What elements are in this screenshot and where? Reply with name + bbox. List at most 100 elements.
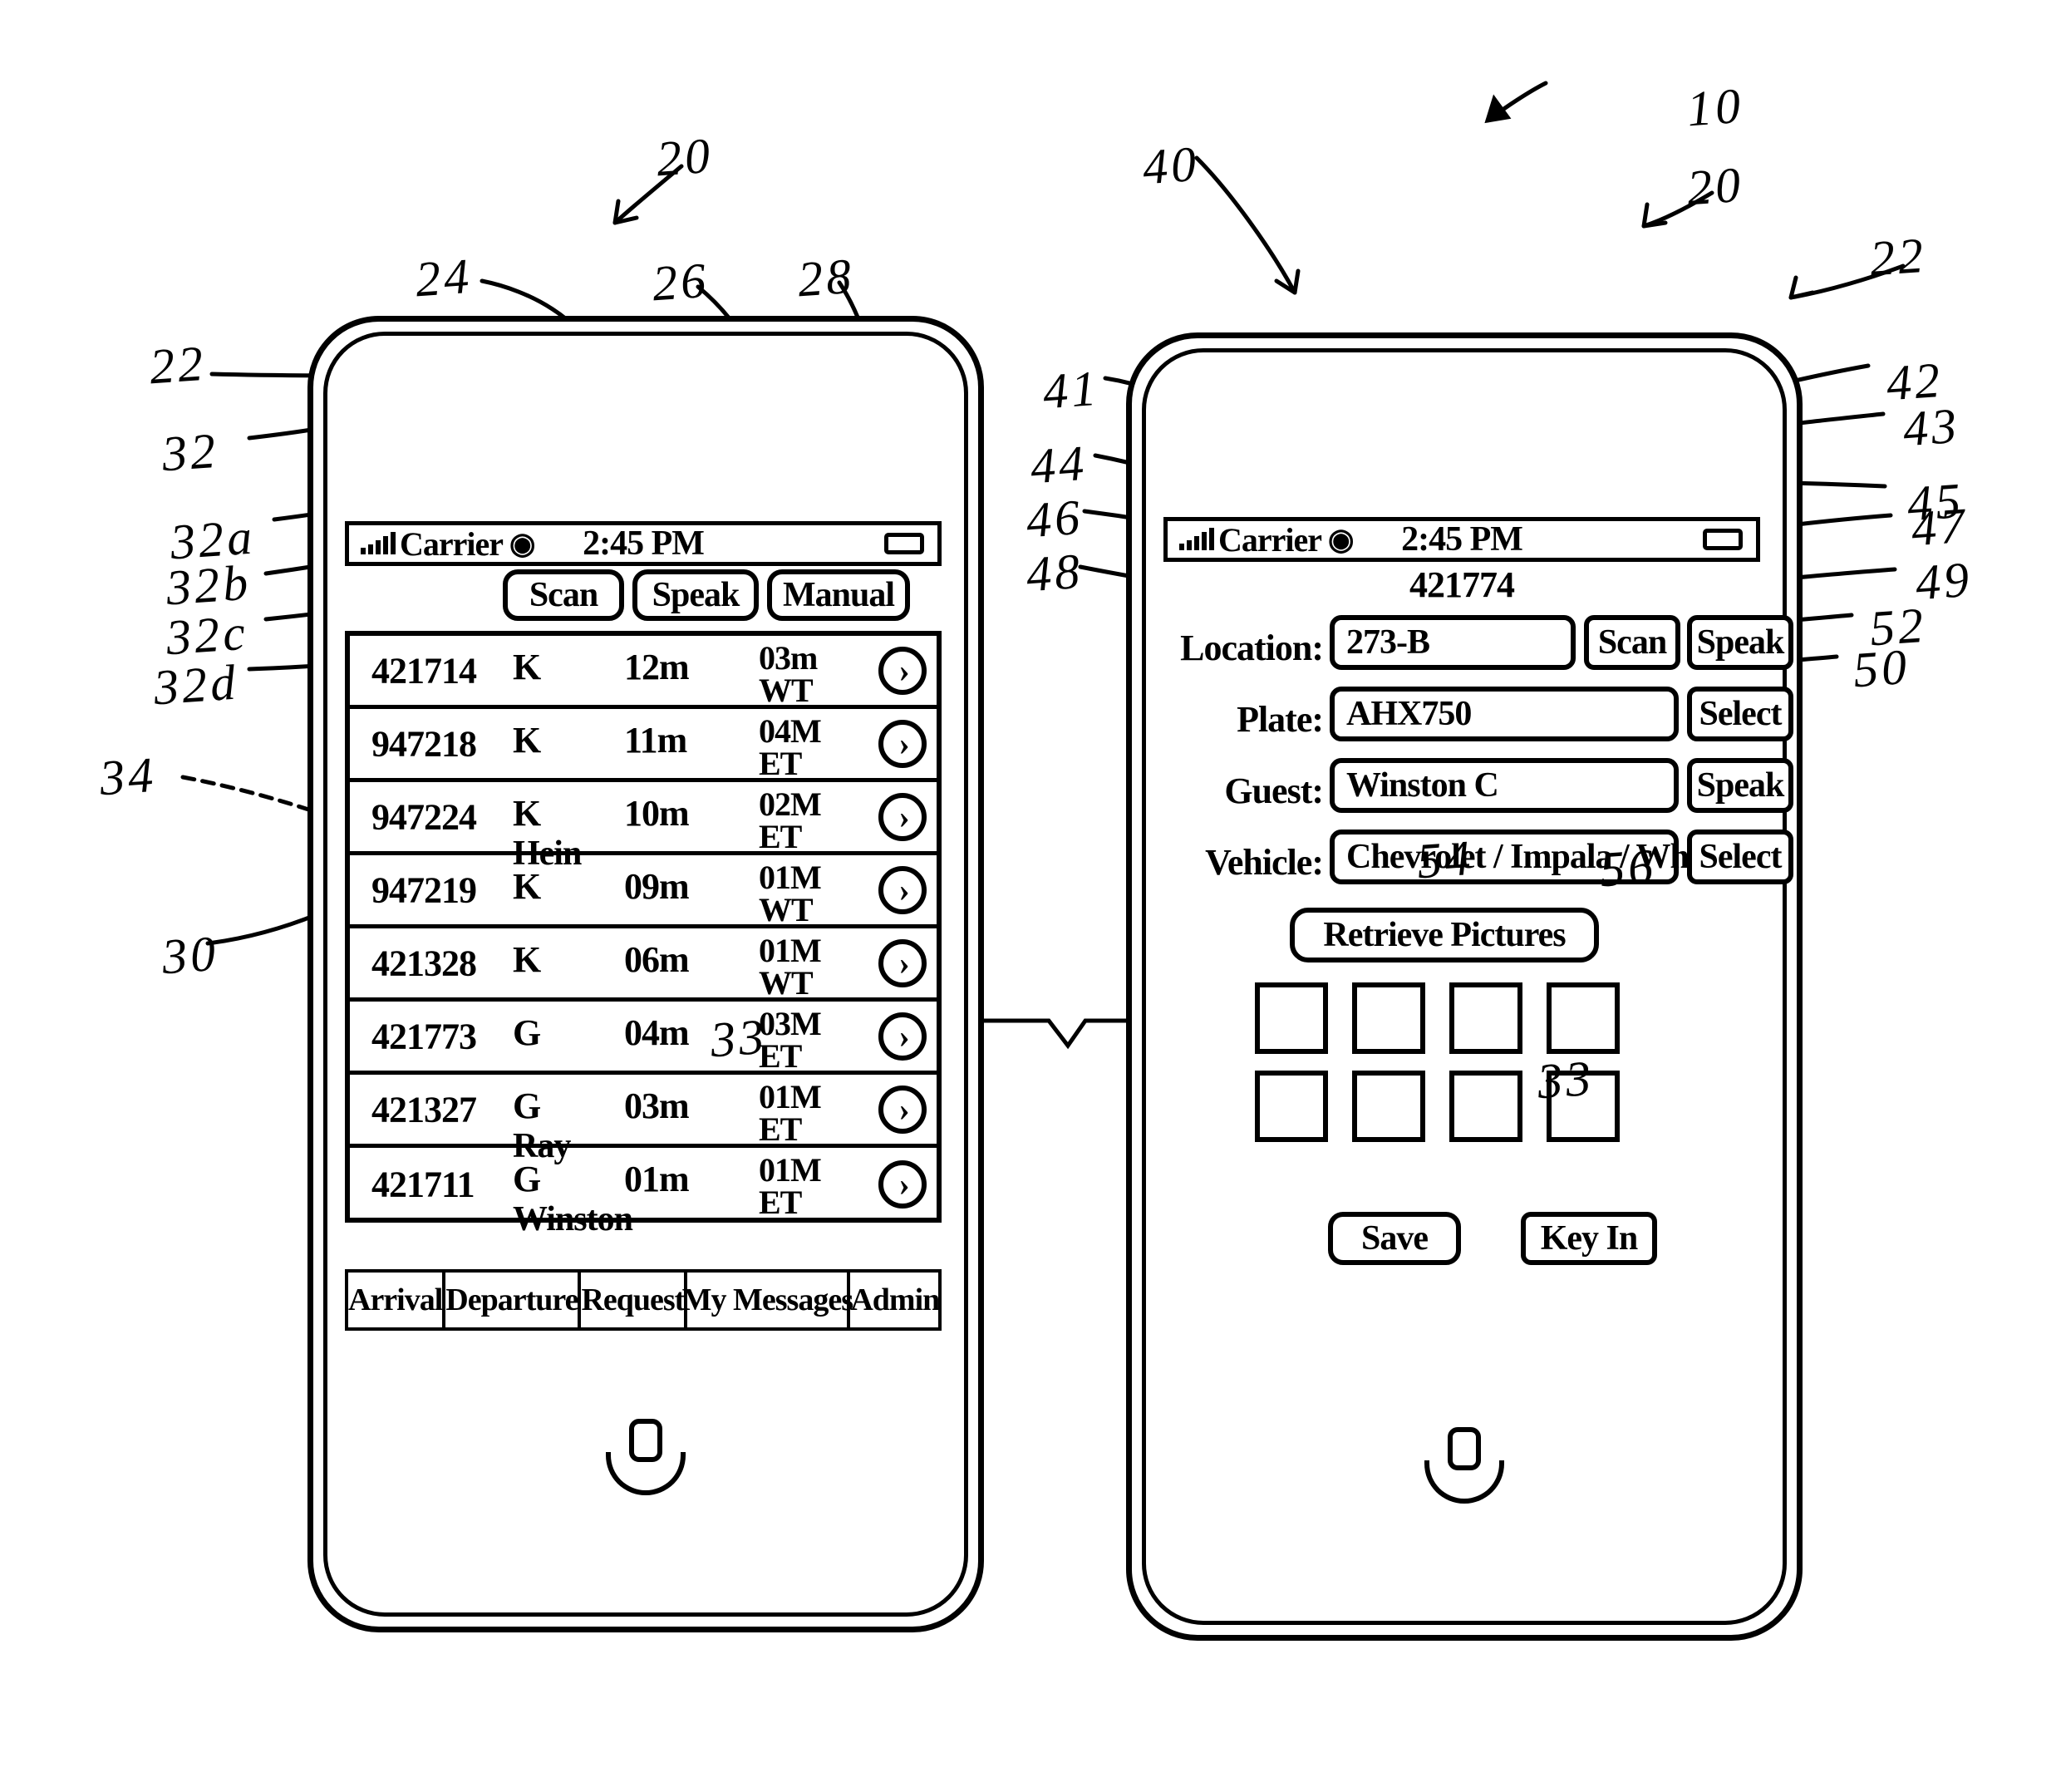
row-code: K <box>513 647 541 687</box>
table-row[interactable]: 421711 G Winston 01m 01M ET › <box>350 1148 937 1238</box>
status-bar: Carrier ◉ 2:45 PM <box>1163 517 1760 562</box>
table-row[interactable]: 947224 K Hein 10m 02M ET › <box>350 782 937 873</box>
picture-thumbnail[interactable] <box>1547 982 1620 1054</box>
field-value: Chevrolet / Impala / White <box>1346 838 1724 876</box>
field-value: Winston C <box>1346 766 1499 805</box>
picture-thumbnail[interactable] <box>1352 982 1425 1054</box>
row-time: 12m <box>624 647 690 687</box>
table-row[interactable]: 421714 K 12m 03m WT › <box>350 636 937 709</box>
tab-label: Departure <box>445 1282 578 1317</box>
retrieve-pictures-button[interactable]: Retrieve Pictures <box>1290 908 1599 962</box>
reference-numeral-56: 56 <box>1597 838 1659 898</box>
row-time: 11m <box>624 720 687 761</box>
row-time: 06m <box>624 939 690 980</box>
patent-figure: Carrier ◉ 2:45 PM Scan Speak Manual 4217… <box>0 0 2056 1792</box>
tab-my-messages[interactable]: My Messages <box>682 1273 853 1327</box>
key-in-button[interactable]: Key In <box>1521 1212 1657 1265</box>
select-button-vehicle[interactable]: Select <box>1687 830 1793 884</box>
chevron-right-icon[interactable]: › <box>878 792 927 841</box>
retrieve-pictures-label: Retrieve Pictures <box>1323 916 1566 954</box>
reference-numeral-24: 24 <box>413 248 475 308</box>
tab-label: Arrival <box>348 1282 443 1317</box>
picture-thumbnail[interactable] <box>1255 1071 1328 1142</box>
tab-arrival[interactable]: Arrival <box>348 1273 446 1327</box>
reference-numeral-22: 22 <box>1867 227 1929 287</box>
reference-numeral-10: 10 <box>1685 77 1746 137</box>
row-time: 10m <box>624 793 690 834</box>
reference-numeral-34: 34 <box>97 746 159 806</box>
chevron-right-icon[interactable]: › <box>878 1085 927 1134</box>
chevron-right-icon[interactable]: › <box>878 646 927 695</box>
picture-thumbnail[interactable] <box>1255 982 1328 1054</box>
scan-button[interactable]: Scan <box>503 569 624 621</box>
table-row[interactable]: 421773 G 04m 03M ET › <box>350 1002 937 1075</box>
scan-button-label: Scan <box>529 576 598 614</box>
manual-button[interactable]: Manual <box>767 569 910 621</box>
record-id: 421774 <box>1409 564 1515 605</box>
location-input[interactable]: 273-B <box>1330 615 1576 670</box>
table-row[interactable]: 421327 G Ray 03m 01M ET › <box>350 1075 937 1165</box>
tab-bar[interactable]: Arrival Departure Request My Messages Admin <box>345 1269 942 1331</box>
plate-input[interactable]: AHX750 <box>1330 687 1679 741</box>
reference-numeral-33: 33 <box>1535 1050 1596 1110</box>
field-label-plate: Plate: <box>1237 699 1324 740</box>
chevron-right-icon[interactable]: › <box>878 1160 927 1209</box>
table-row[interactable]: 947219 K 09m 01M WT › <box>350 855 937 928</box>
speak-button-location[interactable]: Speak <box>1687 615 1793 670</box>
tab-request[interactable]: Request <box>581 1273 688 1327</box>
field-value: 273-B <box>1346 623 1430 662</box>
row-eta: 01M WT <box>759 859 822 928</box>
row-code: G <box>513 1159 541 1199</box>
table-row[interactable]: 421328 K 06m 01M WT › <box>350 928 937 1002</box>
reference-numeral-30: 30 <box>160 925 221 985</box>
picture-thumbnail[interactable] <box>1449 982 1522 1054</box>
manual-button-label: Manual <box>782 576 895 614</box>
status-time: 2:45 PM <box>1401 520 1523 559</box>
arrival-list[interactable]: 421714 K 12m 03m WT › 947218 K 11m 04M ET › 947224 K H… <box>345 631 942 1238</box>
field-label-location: Location: <box>1180 628 1324 668</box>
reference-numeral-26: 26 <box>650 252 711 312</box>
home-button-arc <box>1424 1460 1504 1504</box>
tab-label: Request <box>581 1282 685 1317</box>
row-eta: 01M ET <box>759 1151 822 1221</box>
row-code: G <box>513 1012 541 1053</box>
picture-thumbnail-grid[interactable] <box>1163 982 1760 1165</box>
speak-button[interactable]: Speak <box>632 569 759 621</box>
phone-left: Carrier ◉ 2:45 PM Scan Speak Manual 4217… <box>307 316 984 1632</box>
tab-label: Admin <box>850 1282 940 1317</box>
phone-left-screen: Carrier ◉ 2:45 PM Scan Speak Manual 4217… <box>345 521 942 1369</box>
reference-numeral-44: 44 <box>1028 435 1089 495</box>
chevron-right-icon[interactable]: › <box>878 865 927 914</box>
button-label: Speak <box>1696 766 1785 805</box>
battery-icon <box>1703 529 1743 550</box>
table-row[interactable]: 947218 K 11m 04M ET › <box>350 709 937 782</box>
chevron-right-icon[interactable]: › <box>878 938 927 987</box>
row-eta: 03m WT <box>759 639 818 709</box>
save-button[interactable]: Save <box>1328 1212 1461 1265</box>
status-time: 2:45 PM <box>583 524 705 563</box>
scan-button-location[interactable]: Scan <box>1584 615 1680 670</box>
row-code: K <box>513 793 541 834</box>
field-label-guest: Guest: <box>1224 770 1324 811</box>
picture-thumbnail[interactable] <box>1449 1071 1522 1142</box>
chevron-right-icon[interactable]: › <box>878 1012 927 1061</box>
reference-numeral-33: 33 <box>708 1008 770 1068</box>
row-id: 421773 <box>371 1016 477 1056</box>
row-id: 947224 <box>371 796 477 837</box>
row-time: 04m <box>624 1012 690 1053</box>
tab-admin[interactable]: Admin <box>850 1273 940 1327</box>
tab-departure[interactable]: Departure <box>445 1273 582 1327</box>
home-button-icon[interactable] <box>606 1419 686 1499</box>
chevron-right-icon[interactable]: › <box>878 719 927 768</box>
guest-input[interactable]: Winston C <box>1330 758 1679 813</box>
speak-button-guest[interactable]: Speak <box>1687 758 1793 813</box>
reference-numeral-20: 20 <box>654 127 716 187</box>
row-time: 01m <box>624 1159 690 1199</box>
picture-thumbnail[interactable] <box>1352 1071 1425 1142</box>
save-button-label: Save <box>1361 1219 1429 1258</box>
phone-right: Carrier ◉ 2:45 PM 421774 Location: 273-B S… <box>1126 332 1803 1641</box>
home-button-arc <box>606 1452 686 1495</box>
status-bar: Carrier ◉ 2:45 PM <box>345 521 942 566</box>
home-button-icon[interactable] <box>1424 1427 1504 1507</box>
select-button-plate[interactable]: Select <box>1687 687 1793 741</box>
